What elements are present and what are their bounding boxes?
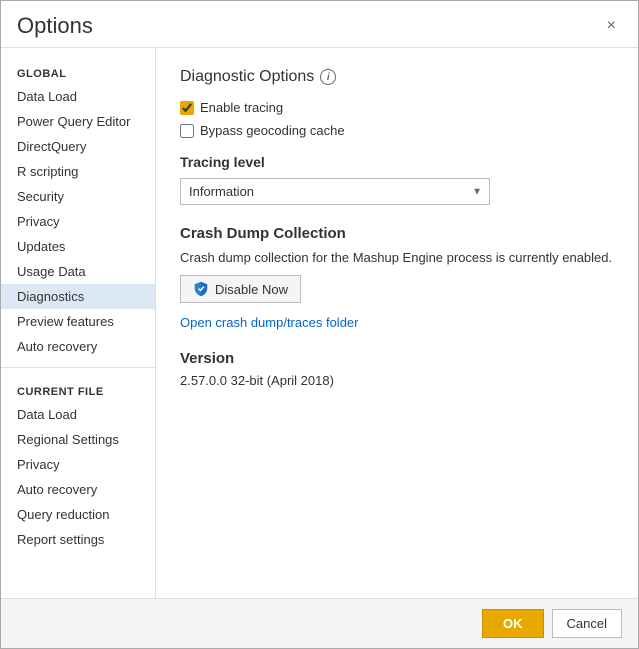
sidebar-item-r-scripting[interactable]: R scripting <box>1 159 155 184</box>
current-file-section-label: CURRENT FILE <box>1 376 155 402</box>
crash-dump-description: Crash dump collection for the Mashup Eng… <box>180 250 614 265</box>
enable-tracing-row: Enable tracing <box>180 100 614 115</box>
version-text: 2.57.0.0 32-bit (April 2018) <box>180 373 614 388</box>
tracing-level-label: Tracing level <box>180 154 614 170</box>
bypass-geocoding-row: Bypass geocoding cache <box>180 123 614 138</box>
tracing-level-select-wrapper: Information Verbose Warning Error ▼ <box>180 178 490 205</box>
sidebar-item-cf-privacy[interactable]: Privacy <box>1 452 155 477</box>
sidebar-item-directquery[interactable]: DirectQuery <box>1 134 155 159</box>
sidebar-item-cf-regional-settings[interactable]: Regional Settings <box>1 427 155 452</box>
crash-dump-section: Crash Dump Collection Crash dump collect… <box>180 225 614 330</box>
bypass-geocoding-checkbox[interactable] <box>180 124 194 138</box>
main-content: Diagnostic Options i Enable tracing Bypa… <box>156 48 638 598</box>
sidebar-item-cf-query-reduction[interactable]: Query reduction <box>1 502 155 527</box>
tracing-level-select[interactable]: Information Verbose Warning Error <box>180 178 490 205</box>
close-button[interactable]: × <box>601 15 622 37</box>
info-icon: i <box>320 69 336 85</box>
sidebar-item-auto-recovery-global[interactable]: Auto recovery <box>1 334 155 359</box>
ok-button[interactable]: OK <box>482 609 544 638</box>
sidebar-item-preview-features[interactable]: Preview features <box>1 309 155 334</box>
dialog-footer: OK Cancel <box>1 598 638 648</box>
options-dialog: Options × GLOBAL Data Load Power Query E… <box>0 0 639 649</box>
disable-now-label: Disable Now <box>215 282 288 297</box>
sidebar-item-usage-data[interactable]: Usage Data <box>1 259 155 284</box>
sidebar-item-security[interactable]: Security <box>1 184 155 209</box>
disable-now-button[interactable]: Disable Now <box>180 275 301 303</box>
open-crash-dump-link[interactable]: Open crash dump/traces folder <box>180 315 358 330</box>
enable-tracing-checkbox[interactable] <box>180 101 194 115</box>
sidebar-item-cf-data-load[interactable]: Data Load <box>1 402 155 427</box>
sidebar-item-data-load[interactable]: Data Load <box>1 84 155 109</box>
global-section-label: GLOBAL <box>1 58 155 84</box>
sidebar-item-cf-report-settings[interactable]: Report settings <box>1 527 155 552</box>
cancel-button[interactable]: Cancel <box>552 609 622 638</box>
sidebar-item-cf-auto-recovery[interactable]: Auto recovery <box>1 477 155 502</box>
shield-icon <box>193 281 209 297</box>
diagnostic-options-header: Diagnostic Options i <box>180 68 614 86</box>
sidebar-item-privacy[interactable]: Privacy <box>1 209 155 234</box>
sidebar: GLOBAL Data Load Power Query Editor Dire… <box>1 48 156 598</box>
sidebar-item-updates[interactable]: Updates <box>1 234 155 259</box>
enable-tracing-label: Enable tracing <box>200 100 283 115</box>
dialog-title: Options <box>17 13 93 39</box>
bypass-geocoding-label: Bypass geocoding cache <box>200 123 345 138</box>
version-section: Version 2.57.0.0 32-bit (April 2018) <box>180 350 614 388</box>
sidebar-item-diagnostics[interactable]: Diagnostics <box>1 284 155 309</box>
tracing-level-section: Tracing level Information Verbose Warnin… <box>180 154 614 205</box>
title-bar: Options × <box>1 1 638 47</box>
sidebar-divider <box>1 367 155 368</box>
dialog-body: GLOBAL Data Load Power Query Editor Dire… <box>1 47 638 598</box>
crash-dump-title: Crash Dump Collection <box>180 225 614 242</box>
diagnostic-options-title: Diagnostic Options <box>180 68 314 86</box>
version-title: Version <box>180 350 614 367</box>
sidebar-item-power-query-editor[interactable]: Power Query Editor <box>1 109 155 134</box>
